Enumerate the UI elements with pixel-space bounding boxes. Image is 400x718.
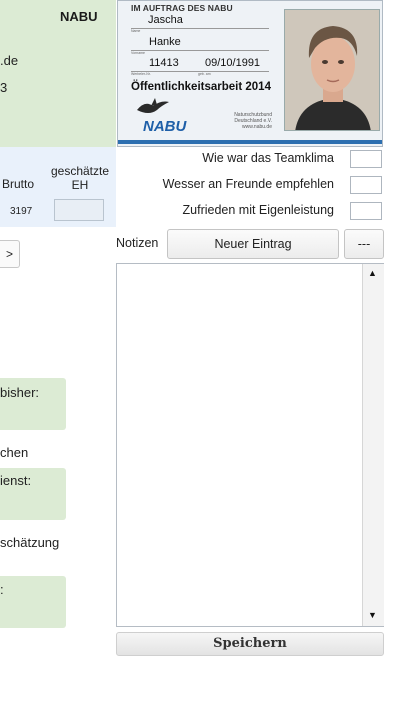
brutto-header: Brutto — [2, 177, 35, 191]
rating-input-teamklima[interactable] — [350, 150, 382, 168]
volunteer-info-card — [0, 0, 116, 147]
rating-label-teamklima: Wie war das Teamklima — [202, 151, 334, 165]
last-name: Hanke — [149, 36, 181, 48]
notes-label: Notizen — [116, 236, 159, 250]
id-small-label: geb. am — [198, 72, 211, 76]
colon-label: : — [0, 582, 4, 597]
id-number: 11413 — [149, 57, 179, 69]
save-button[interactable]: Speichern — [116, 632, 384, 656]
id-divider — [131, 50, 269, 51]
chen-label: chen — [0, 445, 29, 460]
id-small-label: Name — [131, 29, 141, 33]
nabu-logo-subtitle: Naturschutzbund Deutschland e.V. www.nab… — [234, 112, 272, 130]
id-card-title: Öffentlichkeitsarbeit 2014 — [131, 81, 271, 93]
bisher-label: bisher: — [0, 385, 40, 400]
id-card-bar — [118, 140, 382, 144]
bird-icon — [133, 96, 173, 118]
phone-text: 3 — [0, 80, 8, 95]
first-name: Jascha — [148, 14, 183, 26]
id-small-label: Vorname — [131, 51, 146, 55]
org-label: NABU — [60, 9, 98, 24]
notes-textarea[interactable] — [116, 263, 384, 627]
estimated-eh-header: geschätzte EH — [50, 164, 110, 192]
rating-input-eigenleistung[interactable] — [350, 202, 382, 220]
id-small-label: Werbeler-Nr. — [131, 72, 151, 76]
new-entry-button[interactable]: Neuer Eintrag — [167, 229, 339, 259]
schaetzung-label: schätzung — [0, 535, 60, 550]
brutto-value: 3197 — [10, 206, 33, 217]
dienst-label: ienst: — [0, 473, 32, 488]
next-button[interactable]: > — [0, 240, 20, 268]
rating-label-empfehlen: Wesser an Freunde empfehlen — [162, 177, 334, 191]
email-text: .de — [0, 53, 19, 68]
estimated-eh-input[interactable] — [54, 199, 104, 221]
nabu-logo: NABU — [143, 118, 187, 135]
portrait-photo — [284, 9, 380, 131]
scroll-up-icon[interactable]: ▲ — [362, 268, 383, 278]
id-card-header: IM AUFTRAG DES NABU — [131, 3, 233, 13]
scroll-down-icon[interactable]: ▼ — [362, 610, 383, 620]
id-divider — [131, 28, 269, 29]
rating-label-eigenleistung: Zufrieden mit Eigenleistung — [182, 203, 334, 217]
entries-dropdown-button[interactable]: --- — [344, 229, 384, 259]
colon-field[interactable] — [0, 576, 66, 628]
rating-input-empfehlen[interactable] — [350, 176, 382, 194]
birth-date: 09/10/1991 — [205, 57, 261, 69]
notes-scrollbar[interactable] — [362, 264, 384, 626]
